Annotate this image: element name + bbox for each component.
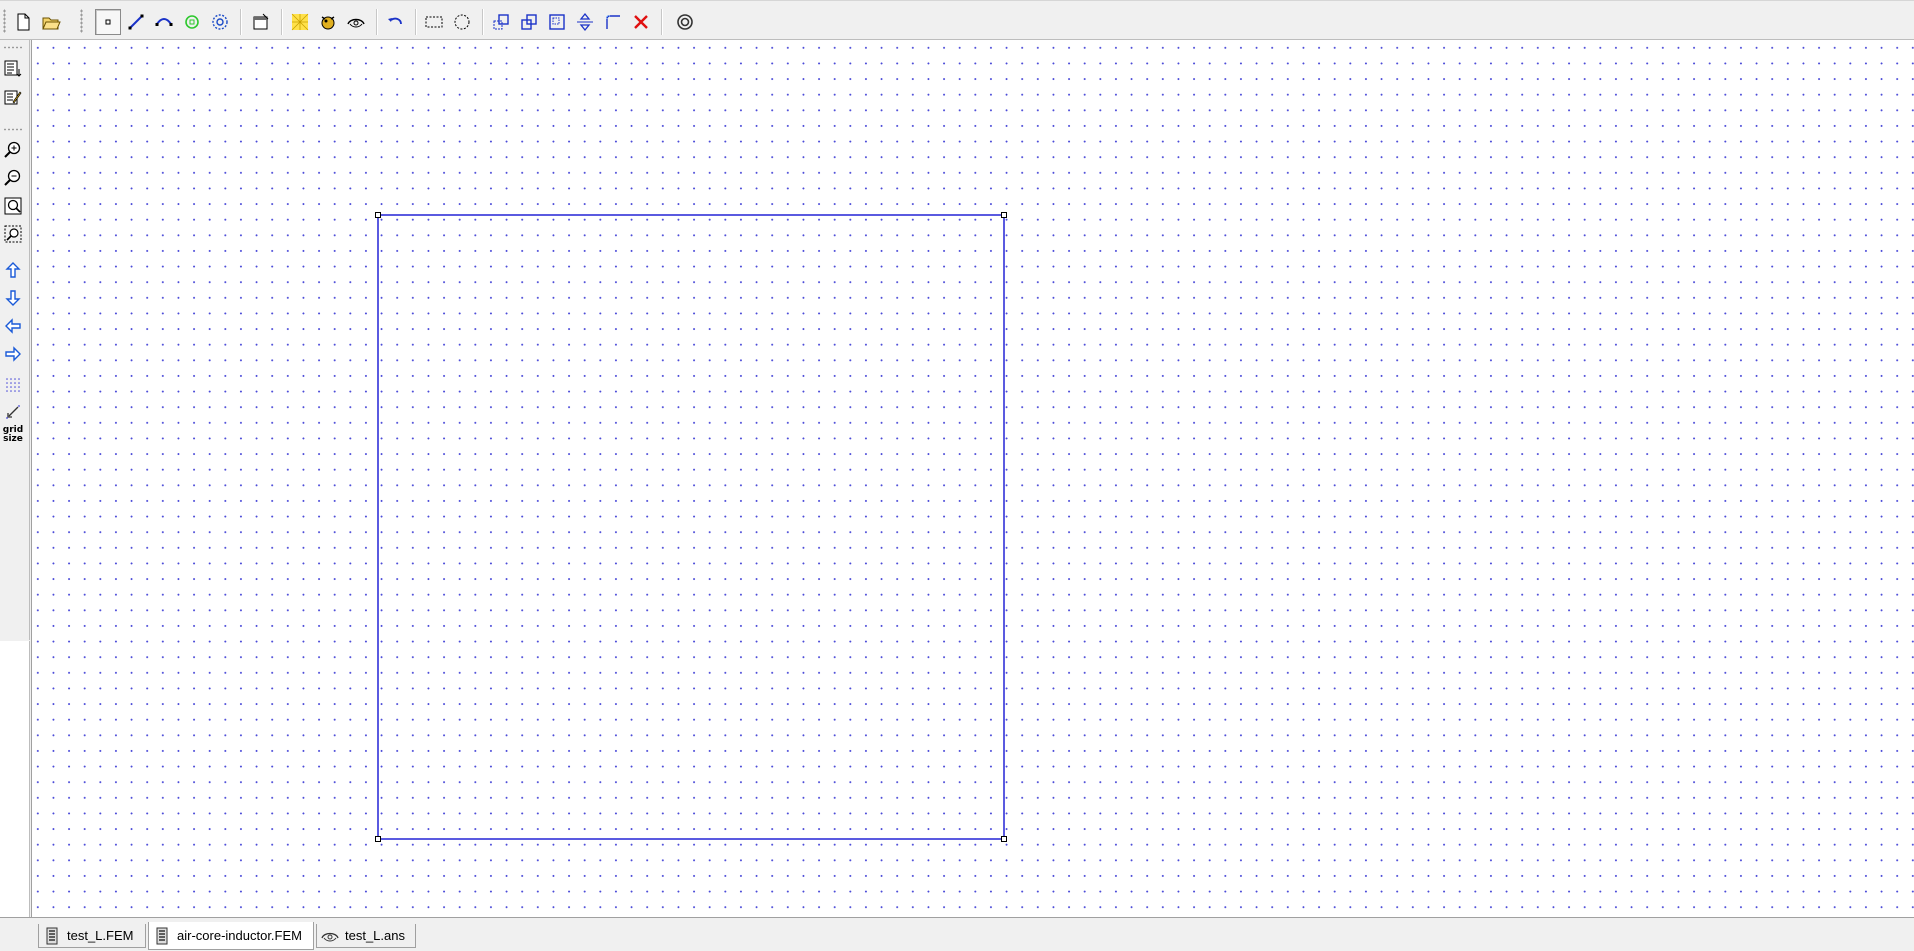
select-rectangle-icon xyxy=(425,16,443,28)
toolbar-separator xyxy=(661,9,663,35)
zoom-natural-button[interactable] xyxy=(1,194,25,218)
node-mode-icon xyxy=(105,19,111,25)
open-file-button[interactable] xyxy=(38,9,64,35)
run-analysis-button[interactable] xyxy=(315,9,341,35)
tab-test-l-ans[interactable]: test_L.ans xyxy=(316,924,416,948)
pan-left-button[interactable] xyxy=(1,314,25,338)
view-results-button[interactable] xyxy=(343,9,369,35)
copy-icon xyxy=(521,14,537,30)
snap-grid-button[interactable] xyxy=(1,400,25,424)
segment-mode-icon xyxy=(128,14,144,30)
pan-right-button[interactable] xyxy=(1,342,25,366)
tab-label: test_L.ans xyxy=(345,928,405,943)
open-folder-icon xyxy=(42,17,61,30)
properties-icon xyxy=(253,13,269,30)
mirror-button[interactable] xyxy=(572,9,598,35)
corner-node[interactable] xyxy=(1001,836,1007,842)
group-mode-icon xyxy=(212,14,228,30)
mesh-button[interactable] xyxy=(287,9,313,35)
pan-down-icon xyxy=(5,290,21,306)
pan-up-icon xyxy=(5,262,21,278)
tab-test-l-fem[interactable]: test_L.FEM xyxy=(38,924,146,948)
edit-properties-icon xyxy=(4,90,22,105)
zoom-window-button[interactable] xyxy=(1,222,25,246)
list-button[interactable] xyxy=(1,57,25,81)
magnetics-document-icon xyxy=(46,927,58,944)
main-toolbar xyxy=(0,0,1914,40)
undo-icon xyxy=(388,17,402,25)
geometry-layer xyxy=(375,212,1007,842)
toolbar-separator xyxy=(240,9,242,35)
tab-label: test_L.FEM xyxy=(67,928,134,943)
delete-button[interactable] xyxy=(628,9,654,35)
run-analysis-icon xyxy=(321,16,335,30)
solution-document-icon xyxy=(321,932,339,941)
document-tab-bar: test_L.FEM air-core-inductor.FEM test_L.… xyxy=(0,917,1914,951)
select-rectangle-button[interactable] xyxy=(421,9,447,35)
create-radius-button[interactable] xyxy=(672,9,698,35)
group-mode-button[interactable] xyxy=(207,9,233,35)
copy-button[interactable] xyxy=(516,9,542,35)
pan-up-button[interactable] xyxy=(1,258,25,282)
zoom-in-icon xyxy=(4,141,21,158)
square-boundary[interactable] xyxy=(377,214,1005,840)
pan-right-icon xyxy=(5,346,21,362)
drawing-canvas[interactable] xyxy=(31,40,1914,917)
toolbar-separator xyxy=(482,9,484,35)
node-mode-button[interactable] xyxy=(95,9,121,35)
new-document-button[interactable] xyxy=(10,9,36,35)
segment-mode-button[interactable] xyxy=(123,9,149,35)
pan-down-button[interactable] xyxy=(1,286,25,310)
zoom-out-icon xyxy=(4,169,21,186)
scale-icon xyxy=(549,14,565,30)
move-button[interactable] xyxy=(488,9,514,35)
scale-button[interactable] xyxy=(544,9,570,35)
zoom-natural-icon xyxy=(4,197,22,215)
corner-node[interactable] xyxy=(375,836,381,842)
create-radius-icon xyxy=(677,14,693,30)
list-icon xyxy=(4,60,22,77)
pan-left-icon xyxy=(5,318,21,334)
delete-icon xyxy=(634,15,648,29)
show-grid-icon xyxy=(6,378,20,392)
properties-button[interactable] xyxy=(248,9,274,35)
zoom-out-button[interactable] xyxy=(1,166,25,190)
view-results-icon xyxy=(347,18,365,28)
corner-node[interactable] xyxy=(375,212,381,218)
corner-node[interactable] xyxy=(1001,212,1007,218)
fillet-icon xyxy=(606,15,620,29)
left-panel-blank xyxy=(0,641,30,917)
magnetics-document-icon xyxy=(156,927,168,944)
arc-segment-mode-icon xyxy=(155,18,173,26)
fillet-button[interactable] xyxy=(600,9,626,35)
view-toolbar: grid size xyxy=(0,40,30,640)
grid-size-button[interactable]: grid size xyxy=(1,426,25,452)
edit-properties-button[interactable] xyxy=(1,85,25,109)
arc-mode-button[interactable] xyxy=(151,9,177,35)
toolbar-grip[interactable] xyxy=(80,9,83,33)
toolbar-grip[interactable] xyxy=(3,9,6,33)
toolbar-separator xyxy=(281,9,283,35)
mirror-icon xyxy=(577,12,593,32)
show-grid-button[interactable] xyxy=(1,373,25,397)
toolbar-grip[interactable] xyxy=(3,128,23,131)
zoom-window-icon xyxy=(4,225,22,243)
block-label-mode-icon xyxy=(185,15,199,29)
snap-grid-icon xyxy=(6,405,20,419)
toolbar-grip[interactable] xyxy=(3,46,23,49)
toolbar-separator xyxy=(376,9,378,35)
zoom-in-button[interactable] xyxy=(1,138,25,162)
new-document-icon xyxy=(17,13,30,31)
move-icon xyxy=(493,14,509,30)
mesh-icon xyxy=(291,13,309,31)
toolbar-separator xyxy=(415,9,417,35)
undo-button[interactable] xyxy=(382,9,408,35)
block-label-mode-button[interactable] xyxy=(179,9,205,35)
tab-label: air-core-inductor.FEM xyxy=(177,928,302,943)
tab-air-core-inductor-fem[interactable]: air-core-inductor.FEM xyxy=(148,922,314,950)
select-circle-button[interactable] xyxy=(449,9,475,35)
select-circle-icon xyxy=(454,14,470,30)
